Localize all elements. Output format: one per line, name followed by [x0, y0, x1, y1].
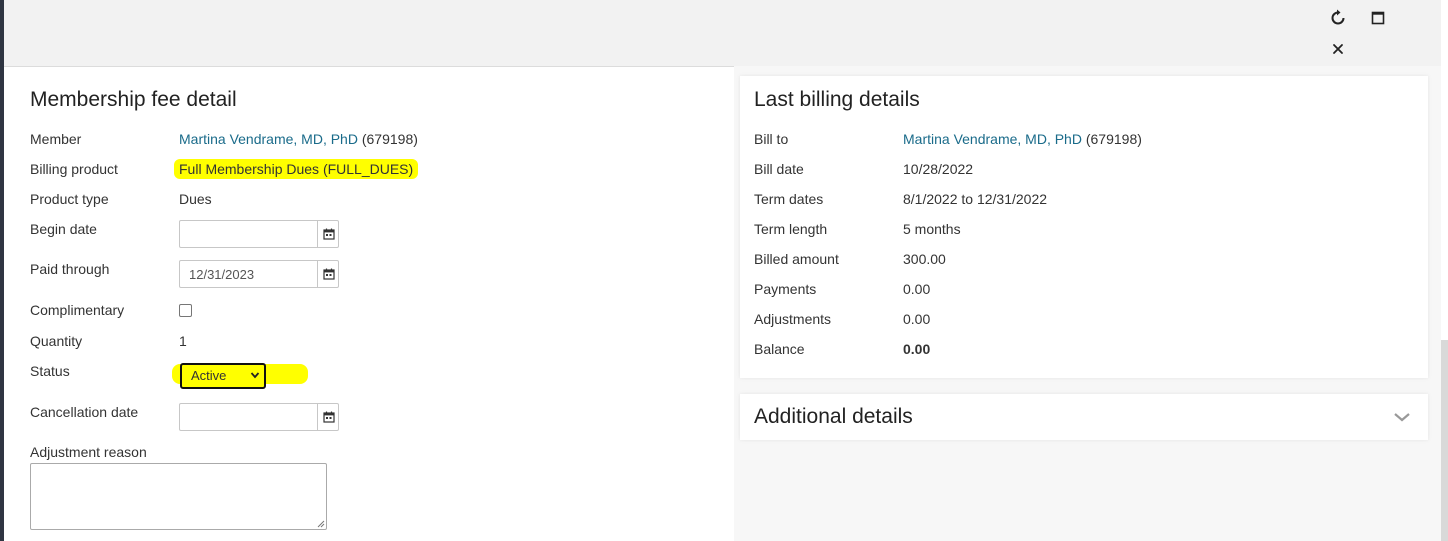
quantity-value: 1 [179, 333, 187, 349]
chevron-down-icon[interactable] [1393, 410, 1411, 424]
status-label: Status [30, 363, 70, 379]
close-icon [1333, 44, 1343, 54]
balance-value: 0.00 [903, 341, 931, 357]
maximize-button[interactable] [1367, 7, 1389, 29]
paid-through-field [179, 260, 339, 288]
paid-through-input[interactable] [180, 261, 317, 287]
begin-date-field [179, 220, 339, 248]
product-type-label: Product type [30, 191, 109, 207]
cancellation-date-calendar-button[interactable] [317, 404, 339, 430]
cancellation-date-input[interactable] [180, 404, 317, 430]
adjustments-label: Adjustments [754, 311, 832, 327]
member-value: Martina Vendrame, MD, PhD (679198) [179, 131, 418, 147]
refresh-icon [1331, 9, 1345, 25]
adjustment-reason-textarea[interactable] [30, 463, 327, 530]
begin-date-input[interactable] [180, 221, 317, 247]
dialog-titlebar [4, 0, 1441, 67]
fee-detail-title: Membership fee detail [30, 88, 237, 111]
billed-amount-label: Billed amount [754, 251, 839, 267]
term-dates-label: Term dates [754, 191, 824, 207]
billed-amount-value: 300.00 [903, 251, 946, 267]
member-link[interactable]: Martina Vendrame, MD, PhD [179, 131, 358, 147]
payments-label: Payments [754, 281, 817, 297]
balance-label: Balance [754, 341, 805, 357]
term-length-label: Term length [754, 221, 828, 237]
bill-to-value: Martina Vendrame, MD, PhD (679198) [903, 131, 1142, 147]
member-id: (679198) [361, 131, 418, 147]
calendar-icon [322, 268, 335, 280]
member-label: Member [30, 131, 82, 147]
additional-details-title[interactable]: Additional details [754, 405, 913, 429]
refresh-button[interactable] [1327, 7, 1349, 29]
billing-product-value: Full Membership Dues (FULL_DUES) [174, 159, 419, 179]
term-dates-value: 8/1/2022 to 12/31/2022 [903, 191, 1048, 207]
product-type-value: Dues [179, 191, 212, 207]
calendar-icon [322, 228, 335, 240]
complimentary-checkbox[interactable] [179, 304, 192, 317]
status-selected-value: Active [191, 368, 227, 383]
paid-through-calendar-button[interactable] [317, 261, 339, 287]
payments-value: 0.00 [903, 281, 931, 297]
paid-through-label: Paid through [30, 261, 110, 277]
maximize-icon [1371, 11, 1385, 25]
close-button[interactable] [1327, 38, 1349, 60]
billing-title: Last billing details [754, 88, 920, 111]
billing-card [740, 76, 1428, 378]
membership-fee-dialog: Membership fee detail Member Martina Ven… [4, 0, 1441, 541]
adjustments-value: 0.00 [903, 311, 931, 327]
complimentary-label: Complimentary [30, 302, 125, 318]
adjustment-reason-label: Adjustment reason [30, 444, 147, 460]
bill-date-value: 10/28/2022 [903, 161, 974, 177]
bill-to-label: Bill to [754, 131, 789, 147]
bill-to-id: (679198) [1085, 131, 1142, 147]
bill-to-link[interactable]: Martina Vendrame, MD, PhD [903, 131, 1082, 147]
quantity-label: Quantity [30, 333, 83, 349]
cancellation-date-field [179, 403, 339, 431]
bill-date-label: Bill date [754, 161, 804, 177]
begin-date-label: Begin date [30, 221, 97, 237]
term-length-value: 5 months [903, 221, 961, 237]
billing-product-label: Billing product [30, 161, 118, 177]
status-select[interactable]: Active [180, 363, 266, 389]
cancellation-date-label: Cancellation date [30, 404, 139, 420]
resize-grip-icon[interactable] [317, 520, 325, 528]
chevron-down-icon [250, 372, 260, 379]
begin-date-calendar-button[interactable] [317, 221, 339, 247]
backdrop-right-edge [1441, 0, 1448, 541]
calendar-icon [322, 411, 335, 423]
